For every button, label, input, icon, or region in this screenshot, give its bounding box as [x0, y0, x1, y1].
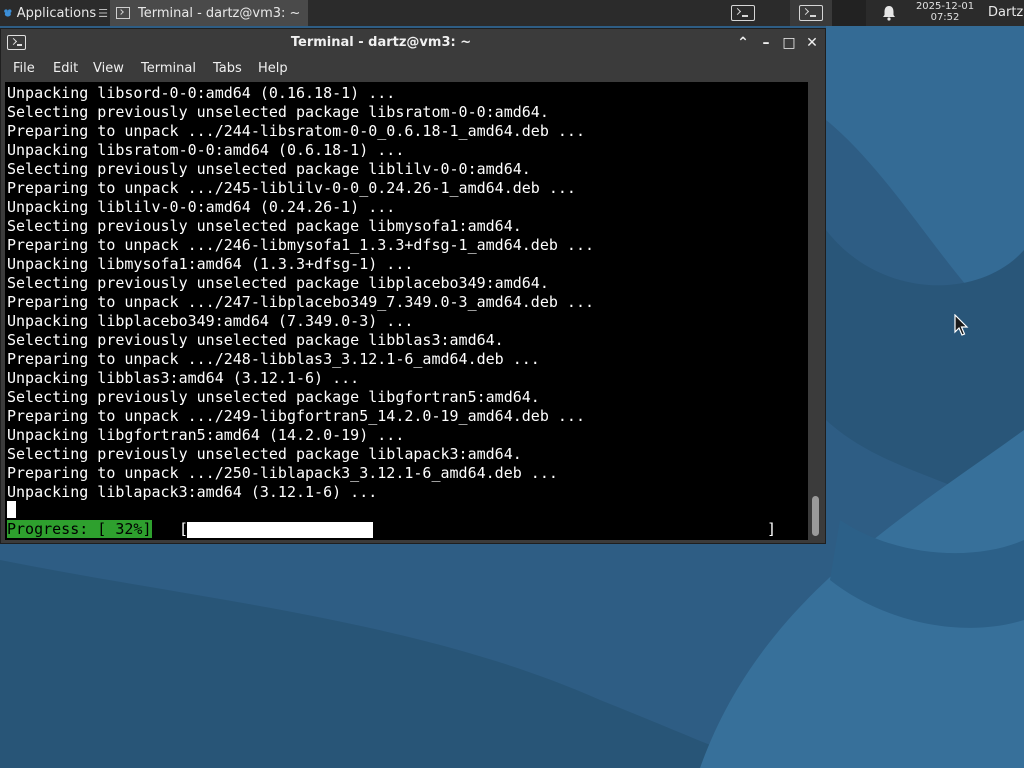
top-panel: Applications ☰ Terminal - dartz@vm3: ~ 2…	[0, 0, 1024, 26]
text-cursor	[7, 501, 16, 518]
workspace-2-button[interactable]	[790, 0, 832, 26]
panel-clock[interactable]: 2025-12-01 07:52	[906, 1, 984, 23]
terminal-line: Preparing to unpack .../247-libplacebo34…	[7, 293, 594, 311]
workspace-1-button[interactable]	[712, 0, 774, 26]
terminal-scrollbar[interactable]	[809, 82, 823, 540]
menu-bar: File Edit View Terminal Tabs Help	[1, 57, 825, 81]
xfce-mouse-logo-icon	[4, 9, 12, 17]
applications-label: Applications	[16, 5, 97, 21]
terminal-line: Selecting previously unselected package …	[7, 331, 504, 349]
window-titlebar[interactable]: Terminal - dartz@vm3: ~ ⌃ – □ ✕	[1, 29, 825, 57]
terminal-line: Selecting previously unselected package …	[7, 160, 531, 178]
terminal-line: Preparing to unpack .../244-libsratom-0-…	[7, 122, 585, 140]
mouse-pointer-icon	[954, 314, 969, 336]
menu-help[interactable]: Help	[258, 61, 288, 76]
terminal-line: Preparing to unpack .../249-libgfortran5…	[7, 407, 585, 425]
terminal-line: Unpacking liblilv-0-0:amd64 (0.24.26-1) …	[7, 198, 396, 216]
terminal-line: Preparing to unpack .../246-libmysofa1_1…	[7, 236, 594, 254]
terminal-line: Selecting previously unselected package …	[7, 274, 549, 292]
terminal-icon	[799, 5, 823, 21]
bell-icon[interactable]	[880, 4, 898, 22]
progress-bar-fill	[187, 522, 373, 538]
terminal-line: Selecting previously unselected package …	[7, 388, 540, 406]
menu-tabs[interactable]: Tabs	[213, 61, 242, 76]
menu-terminal[interactable]: Terminal	[141, 61, 196, 76]
window-title: Terminal - dartz@vm3: ~	[290, 35, 472, 50]
menu-view[interactable]: View	[93, 61, 124, 76]
terminal-line: Unpacking libmysofa1:amd64 (1.3.3+dfsg-1…	[7, 255, 414, 273]
terminal-lines: Unpacking libsord-0-0:amd64 (0.16.18-1) …	[7, 84, 594, 502]
terminal-line: Preparing to unpack .../245-liblilv-0-0_…	[7, 179, 576, 197]
user-menu-button[interactable]: Dartz	[988, 5, 1023, 20]
terminal-icon	[731, 5, 755, 21]
close-button[interactable]: ✕	[802, 33, 822, 53]
terminal-line: Unpacking libblas3:amd64 (3.12.1-6) ...	[7, 369, 360, 387]
terminal-line: Unpacking libsord-0-0:amd64 (0.16.18-1) …	[7, 84, 396, 102]
terminal-line: Selecting previously unselected package …	[7, 445, 522, 463]
shade-button[interactable]: ⌃	[733, 33, 753, 53]
terminal-line: Preparing to unpack .../248-libblas3_3.1…	[7, 350, 540, 368]
scrollbar-thumb[interactable]	[812, 496, 819, 536]
taskbar-terminal-label: Terminal - dartz@vm3: ~	[138, 5, 301, 21]
terminal-line: Selecting previously unselected package …	[7, 217, 522, 235]
terminal-line: Unpacking libplacebo349:amd64 (7.349.0-3…	[7, 312, 414, 330]
taskbar-terminal-button[interactable]: Terminal - dartz@vm3: ~	[110, 0, 308, 26]
terminal-line: Unpacking libsratom-0-0:amd64 (0.6.18-1)…	[7, 141, 405, 159]
terminal-line: Unpacking libgfortran5:amd64 (14.2.0-19)…	[7, 426, 405, 444]
workspace-3-button[interactable]	[832, 0, 866, 26]
menu-edit[interactable]: Edit	[53, 61, 78, 76]
clock-time: 07:52	[930, 12, 960, 23]
terminal-line: Preparing to unpack .../250-liblapack3_3…	[7, 464, 558, 482]
progress-label: Progress: [ 32%]	[7, 520, 152, 538]
applications-menu-button[interactable]: Applications ☰	[0, 0, 108, 26]
terminal-icon	[116, 7, 130, 19]
applications-more-icon: ☰	[98, 6, 108, 20]
progress-close-bracket: ]	[767, 520, 777, 538]
terminal-line: Selecting previously unselected package …	[7, 103, 549, 121]
terminal-output[interactable]: Unpacking libsord-0-0:amd64 (0.16.18-1) …	[5, 82, 808, 540]
terminal-line: Unpacking liblapack3:amd64 (3.12.1-6) ..…	[7, 483, 378, 501]
minimize-button[interactable]: –	[756, 33, 776, 53]
menu-file[interactable]: File	[13, 61, 35, 76]
terminal-window: Terminal - dartz@vm3: ~ ⌃ – □ ✕ File Edi…	[0, 28, 826, 544]
progress-bar	[187, 522, 767, 538]
maximize-button[interactable]: □	[779, 33, 799, 53]
clock-date: 2025-12-01	[915, 1, 975, 12]
